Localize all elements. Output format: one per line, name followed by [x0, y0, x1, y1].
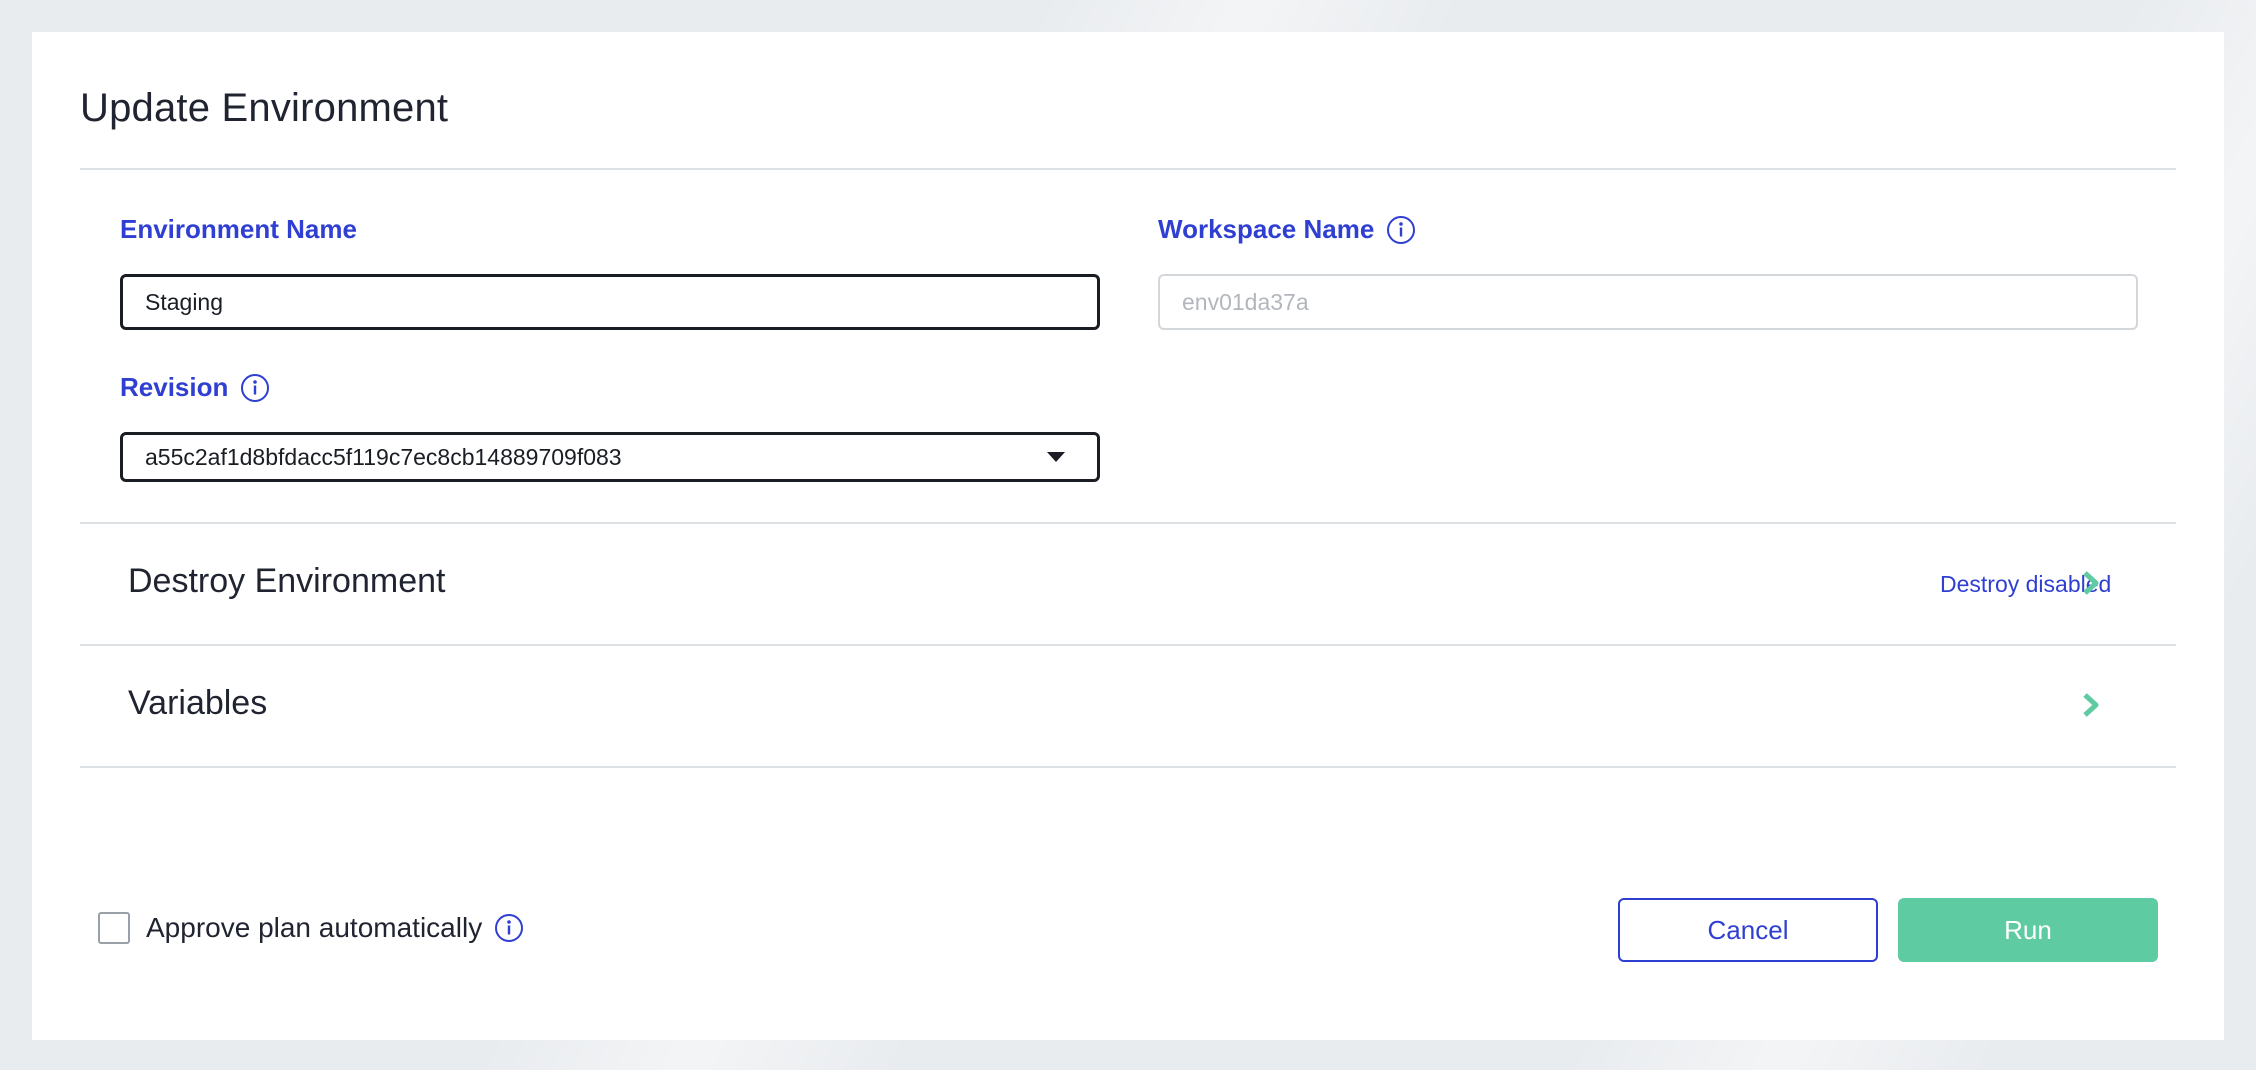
- approve-plan-checkbox[interactable]: [98, 912, 130, 944]
- variables-section[interactable]: Variables: [80, 646, 2176, 766]
- revision-select[interactable]: a55c2af1d8bfdacc5f119c7ec8cb14889709f083: [120, 432, 1100, 482]
- environment-name-label: Environment Name: [120, 214, 357, 245]
- section-divider: [80, 766, 2176, 768]
- title-divider: [80, 168, 2176, 170]
- workspace-name-label: Workspace Name: [1158, 214, 1416, 245]
- info-icon[interactable]: [240, 373, 270, 403]
- chevron-right-icon: [2083, 693, 2099, 717]
- workspace-name-input: env01da37a: [1158, 274, 2138, 330]
- destroy-environment-section[interactable]: Destroy Environment Destroy disabled: [80, 524, 2176, 644]
- destroy-environment-title: Destroy Environment: [128, 562, 446, 600]
- revision-label-text: Revision: [120, 372, 229, 402]
- cancel-button[interactable]: Cancel: [1618, 898, 1878, 962]
- environment-name-input[interactable]: Staging: [120, 274, 1100, 330]
- variables-title: Variables: [128, 684, 268, 722]
- workspace-name-label-text: Workspace Name: [1158, 214, 1375, 244]
- dialog-title: Update Environment: [80, 86, 449, 130]
- chevron-right-icon: [2083, 571, 2099, 595]
- info-icon[interactable]: [1386, 215, 1416, 245]
- update-environment-dialog: Update Environment Environment Name Stag…: [32, 32, 2224, 1040]
- info-icon[interactable]: [494, 913, 524, 943]
- run-button[interactable]: Run: [1898, 898, 2158, 962]
- environment-name-value: Staging: [145, 288, 224, 315]
- workspace-name-value: env01da37a: [1182, 288, 1309, 315]
- approve-plan-label: Approve plan automatically: [146, 912, 483, 943]
- revision-value: a55c2af1d8bfdacc5f119c7ec8cb14889709f083: [145, 443, 622, 470]
- environment-name-label-text: Environment Name: [120, 214, 357, 244]
- revision-label: Revision: [120, 372, 270, 403]
- caret-down-icon: [1047, 452, 1065, 462]
